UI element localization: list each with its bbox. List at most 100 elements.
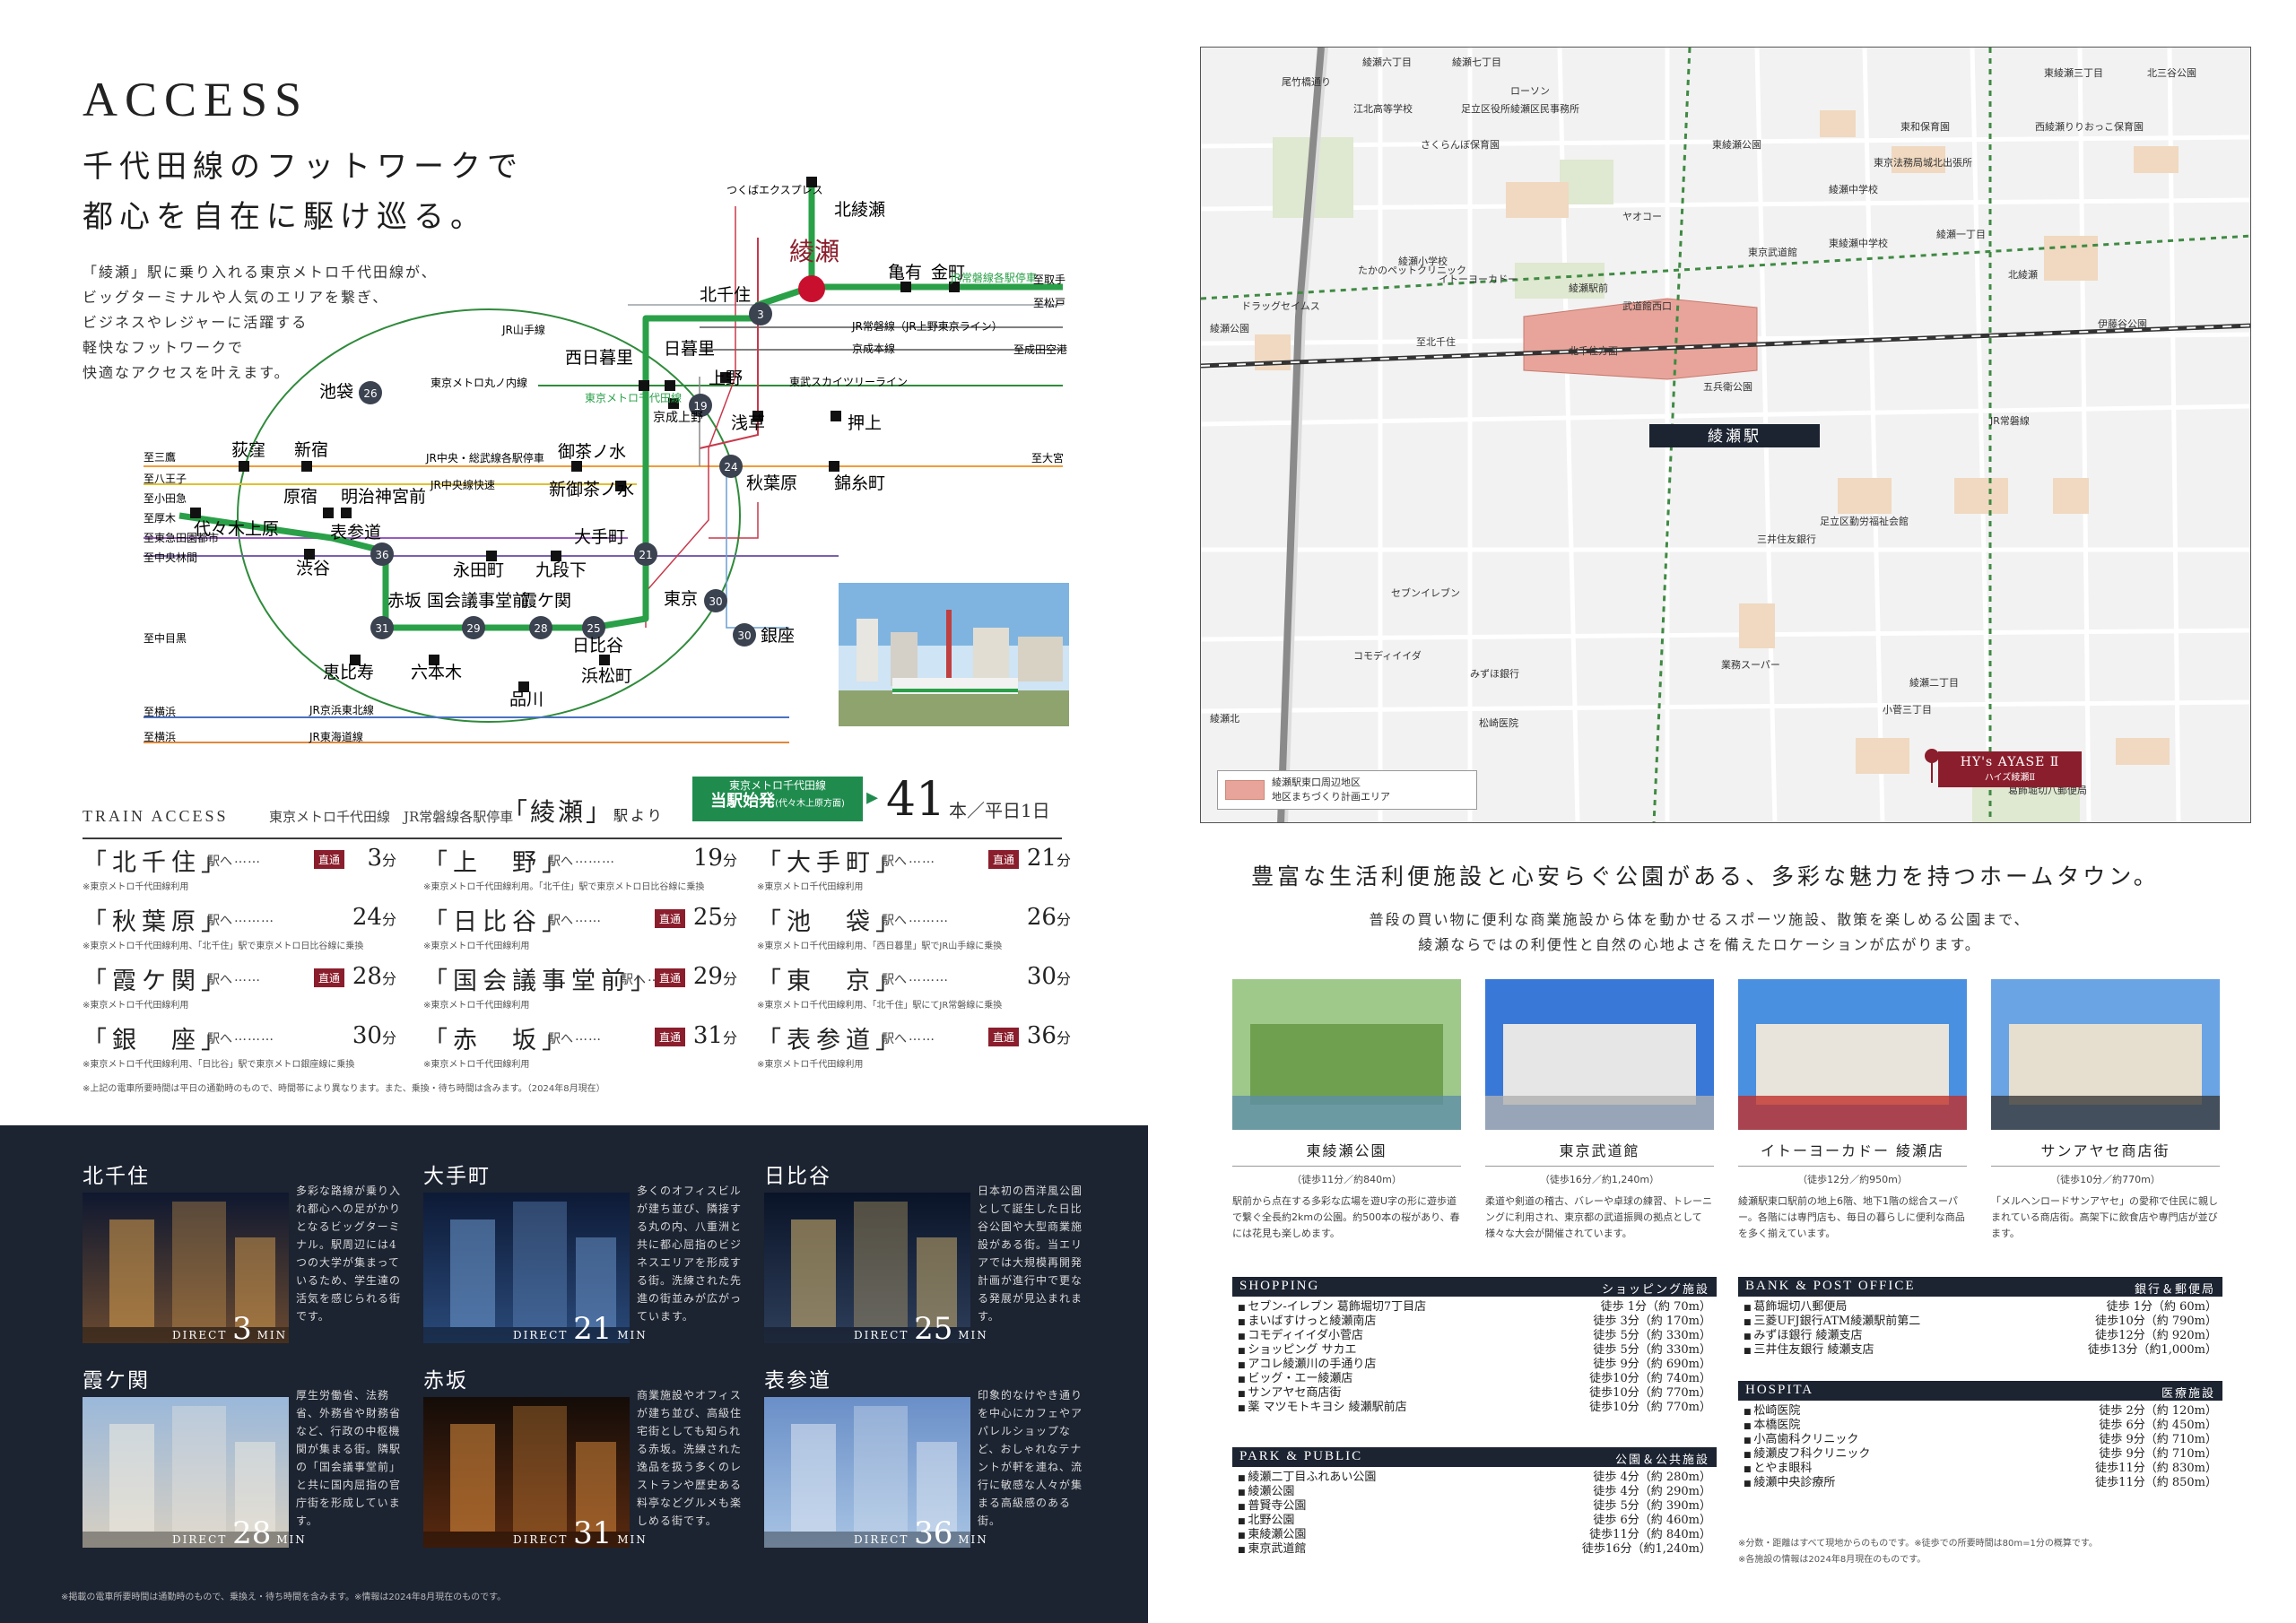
map-label: 足立区役所綾瀬区民事務所 [1461, 103, 1579, 115]
map-label: 綾瀬六丁目 [1362, 56, 1412, 68]
svg-text:26: 26 [363, 387, 377, 400]
route-note: ※東京メトロ千代田線利用 [757, 882, 864, 892]
map-label: 東京法務局城北出張所 [1874, 157, 1972, 169]
destination-card: 霞ケ関 DIRECT 28 MIN 厚生労働省、法務省、外務省や財務省など、行政の中… [83, 1363, 423, 1587]
destination-title: 大手町 [423, 1165, 491, 1188]
facility-row: コモディイイダ小菅店徒歩 5分（約 330m） [1232, 1325, 1717, 1342]
station-kitaayase: 北綾瀬 [834, 200, 885, 220]
facility-footnotes: ※分数・距離はすべて現地からのものです。※徒歩での所要時間は80m=1分の概算で… [1738, 1539, 2098, 1565]
badge-omotesando: 36 [370, 542, 394, 566]
facility-row: 松崎医院徒歩 2分（約 120m） [1738, 1401, 2222, 1418]
route-minutes: 3分 [367, 845, 396, 872]
edge-narita: 至成田空港 [1013, 343, 1067, 356]
station-asakusa: 浅草 [731, 413, 765, 433]
bank-list: BANK & POST OFFICE銀行＆郵便局葛飾堀切八郵便局徒歩 1分（約 … [1738, 1277, 2222, 1357]
destination-desc: 厚生労働省、法務省、外務省や財務省など、行政の中枢機関が集まる街。隣駅の「国会議… [296, 1389, 402, 1527]
facility-row: 綾瀬二丁目ふれあい公園徒歩 4分（約 280m） [1232, 1467, 1717, 1484]
station-otemachi: 大手町 [574, 527, 625, 547]
route-leader: …… [909, 852, 935, 866]
map-label: ローソン [1510, 85, 1550, 97]
edge-tsukuba: つくばエクスプレス [726, 184, 823, 196]
station-keiseiueno: 京成上野 [653, 411, 703, 425]
facility-row: 三菱UFJ銀行ATM綾瀬駅前第二徒歩10分（約 790m） [1738, 1311, 2222, 1328]
route-minutes: 26分 [1026, 904, 1071, 931]
route-time-item: 「大手町」 駅へ…… 直通 21分 ※東京メトロ千代田線利用 [757, 843, 1071, 900]
edge-mitaka: 至三鷹 [144, 450, 176, 464]
spot-card: 東綾瀬公園 （徒歩11分／約840m） 駅前から点在する多彩な広場を遊U字の形に遊歩… [1232, 979, 1461, 1242]
map-label: 東綾瀬中学校 [1829, 238, 1888, 249]
ogikubo-square [239, 461, 249, 472]
route-note: ※東京メトロ千代田線利用。「北千住」駅で東京メトロ日比谷線に乗換 [423, 882, 705, 892]
station-harajuku: 原宿 [283, 487, 317, 507]
label-keisei: 京成本線 [852, 342, 895, 355]
station-kinshicho: 錦糸町 [834, 473, 885, 493]
station-akasaka: 赤坂 [387, 591, 422, 611]
facility-row: とやま眼科徒歩11分（約 830m） [1738, 1458, 2222, 1475]
facility-row: ビッグ・エー綾瀬店徒歩10分（約 740m） [1232, 1368, 1717, 1385]
route-leader: ……… [234, 1029, 274, 1044]
spot-walk: （徒歩12分／約950m） [1797, 1174, 1908, 1185]
origin-big: 当駅始発(代々木上原方面) [710, 792, 845, 811]
spot-name: 東京武道館 [1485, 1139, 1714, 1167]
facility-row: 綾瀬公園徒歩 4分（約 290m） [1232, 1481, 1717, 1498]
express-badge: 直通 [654, 909, 685, 928]
route-minutes: 30分 [1026, 963, 1071, 990]
property-label: HY's AYASE Ⅱ ハイズ綾瀬Ⅱ [1938, 751, 2082, 787]
svg-text:24: 24 [724, 461, 737, 473]
direct-label: DIRECT 36 MIN [854, 1515, 988, 1551]
map-legend: 綾瀬駅東口周辺地区 地区まちづくり計画エリア [1217, 770, 1477, 810]
map-label: 小菅三丁目 [1883, 704, 1932, 716]
direct-label: DIRECT 31 MIN [513, 1515, 648, 1551]
svg-text:28: 28 [534, 622, 547, 635]
destination-desc: 印象的なけやき通りを中心にカフェやアパレルショップなど、おしゃれなテナントが軒を… [978, 1389, 1083, 1527]
direct-label: DIRECT 21 MIN [513, 1311, 648, 1347]
station-ayase: 綾瀬 [789, 237, 839, 266]
map-label: 足立区勤労福祉会館 [1820, 516, 1909, 527]
direct-label: DIRECT 25 MIN [854, 1311, 988, 1347]
badge-tokyo: 30 [704, 589, 727, 612]
harajuku-square [323, 508, 334, 518]
train-photo [839, 583, 1069, 726]
route-leader: ……… [234, 911, 274, 925]
edge-odakyu: 至小田急 [144, 491, 187, 505]
route-to: 駅へ [548, 855, 573, 869]
badge-kokkai: 29 [462, 616, 485, 639]
edge-matsudo: 至松戸 [1033, 297, 1065, 309]
destination-desc: 商業施設やオフィスが建ち並び、高級住宅街としても知られる赤坂。洗練された逸品を扱… [637, 1389, 743, 1527]
map-label: 綾瀬中学校 [1829, 184, 1878, 195]
station-oshiage: 押上 [848, 413, 882, 433]
map-label: 尾竹橋通り [1282, 76, 1331, 88]
route-time-item: 「霞ケ関」 駅へ…… 直通 28分 ※東京メトロ千代田線利用 [83, 961, 396, 1019]
badge-ginza: 30 [733, 623, 756, 647]
station-ebisu: 恵比寿 [323, 663, 374, 682]
hometown-subtext: 普段の買い物に便利な商業施設から体を動かせるスポーツ施設、散策を楽しめる公園まで… [1369, 911, 2031, 953]
edge-chuorinkan: 至中央林間 [144, 551, 197, 564]
station-roppongi: 六本木 [411, 663, 462, 682]
map-label: 東綾瀬三丁目 [2044, 67, 2103, 79]
label-marunouchi: 東京メトロ丸ノ内線 [430, 376, 527, 389]
bank-list-header: BANK & POST OFFICE 銀行＆郵便局 [1738, 1277, 2222, 1297]
label-joban-local: JR常磐線各駅停車 [950, 271, 1037, 284]
map-label: 綾瀬駅前 [1569, 282, 1608, 294]
spot-card: 東京武道館 （徒歩16分／約1,240m） 柔道や剣道の稽古、バレーや卓球の練習、ト… [1485, 979, 1714, 1242]
destination-title: 赤坂 [423, 1369, 468, 1393]
route-time-item: 「北千住」 駅へ…… 直通 3分 ※東京メトロ千代田線利用 [83, 843, 396, 900]
svg-text:30: 30 [737, 629, 751, 642]
spot-desc: 綾瀬駅東口駅前の地上6階、地下1階の総合スーパー。各階には専門店も、毎日の暮らし… [1738, 1195, 1965, 1239]
route-to: 駅へ [207, 855, 232, 869]
destination-desc: 多彩な路線が乗り入れ都心への足がかりとなるビッグターミナル。駅周辺には4つの大学… [296, 1185, 402, 1323]
express-badge: 直通 [654, 968, 685, 987]
nippori-square [665, 380, 675, 391]
spot-desc: 駅前から点在する多彩な広場を遊U字の形に遊歩道で繋ぐ全長約2kmの公園。約500… [1232, 1195, 1460, 1239]
spot-desc: 柔道や剣道の稽古、バレーや卓球の練習、トレーニングに利用され、東京都の武道振興の… [1485, 1195, 1712, 1239]
route-leader: …… [909, 1029, 935, 1044]
destination-card: 赤坂 DIRECT 31 MIN 商業施設やオフィスが建ち並び、高級住宅街としても知… [423, 1363, 764, 1587]
shinjuku-square [301, 461, 312, 472]
express-badge: 直通 [987, 1028, 1019, 1046]
map-label: 綾瀬七丁目 [1452, 56, 1501, 68]
direct-label: DIRECT 28 MIN [172, 1515, 307, 1551]
badge-akihabara: 24 [719, 455, 743, 478]
station-ginza: 銀座 [761, 626, 795, 646]
property-name-sub: ハイズ綾瀬Ⅱ [1984, 773, 2036, 783]
map-label: ヤオコー [1622, 211, 1662, 222]
